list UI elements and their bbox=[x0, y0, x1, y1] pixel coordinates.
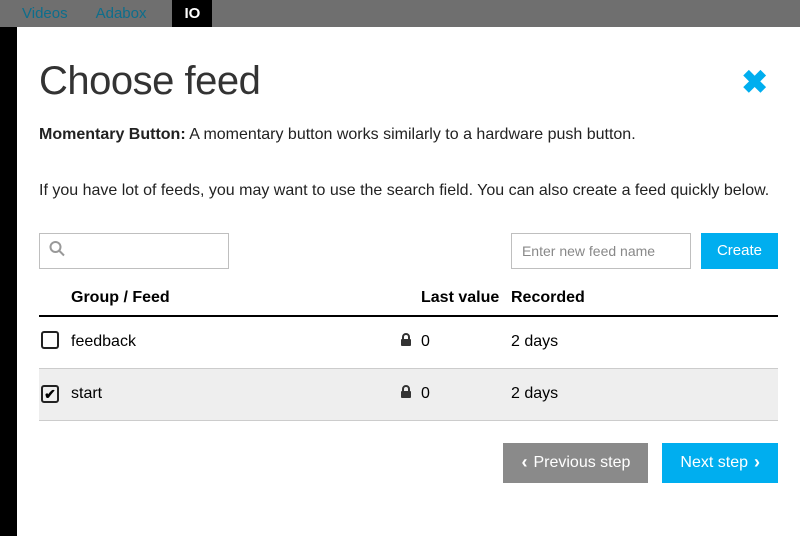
last-value: 0 bbox=[421, 333, 511, 351]
feed-name: feedback bbox=[71, 333, 391, 351]
table-row[interactable]: start 0 2 days bbox=[39, 369, 778, 421]
checkbox-icon[interactable] bbox=[41, 331, 59, 349]
modal-title: Choose feed bbox=[39, 59, 778, 104]
helper-text: If you have lot of feeds, you may want t… bbox=[39, 180, 778, 202]
nav-adabox[interactable]: Adabox bbox=[96, 5, 147, 22]
nav-io[interactable]: IO bbox=[172, 0, 212, 27]
create-button[interactable]: Create bbox=[701, 233, 778, 269]
col-header-recorded: Recorded bbox=[511, 289, 778, 307]
previous-step-button[interactable]: ‹ Previous step bbox=[503, 443, 648, 483]
table-header: Group / Feed Last value Recorded bbox=[39, 289, 778, 317]
desc-rest: A momentary button works similarly to a … bbox=[186, 126, 636, 143]
new-feed-input[interactable] bbox=[511, 233, 691, 269]
checkbox-checked-icon[interactable] bbox=[41, 385, 59, 403]
chevron-right-icon: › bbox=[754, 452, 760, 473]
controls-row: Create bbox=[39, 233, 778, 269]
search-box bbox=[39, 233, 229, 269]
table-row[interactable]: feedback 0 2 days bbox=[39, 317, 778, 369]
chevron-left-icon: ‹ bbox=[521, 452, 527, 473]
desc-strong: Momentary Button: bbox=[39, 126, 186, 143]
last-value: 0 bbox=[421, 385, 511, 403]
col-header-last: Last value bbox=[421, 289, 511, 307]
search-icon bbox=[49, 240, 65, 261]
next-label: Next step bbox=[680, 454, 748, 472]
col-header-group: Group / Feed bbox=[71, 289, 391, 307]
top-nav: Videos Adabox IO bbox=[0, 0, 800, 27]
lock-icon bbox=[400, 385, 412, 404]
next-step-button[interactable]: Next step › bbox=[662, 443, 778, 483]
footer-buttons: ‹ Previous step Next step › bbox=[39, 443, 778, 483]
recorded-value: 2 days bbox=[511, 385, 778, 403]
modal-description: Momentary Button: A momentary button wor… bbox=[39, 124, 778, 146]
lock-icon bbox=[400, 333, 412, 352]
close-icon[interactable]: ✖ bbox=[741, 63, 768, 101]
search-input[interactable] bbox=[39, 233, 229, 269]
feed-table: Group / Feed Last value Recorded feedbac… bbox=[39, 289, 778, 421]
prev-label: Previous step bbox=[533, 454, 630, 472]
feed-name: start bbox=[71, 385, 391, 403]
recorded-value: 2 days bbox=[511, 333, 778, 351]
background-left-strip bbox=[0, 27, 17, 536]
nav-videos[interactable]: Videos bbox=[22, 5, 68, 22]
choose-feed-modal: ✖ Choose feed Momentary Button: A moment… bbox=[17, 27, 800, 536]
